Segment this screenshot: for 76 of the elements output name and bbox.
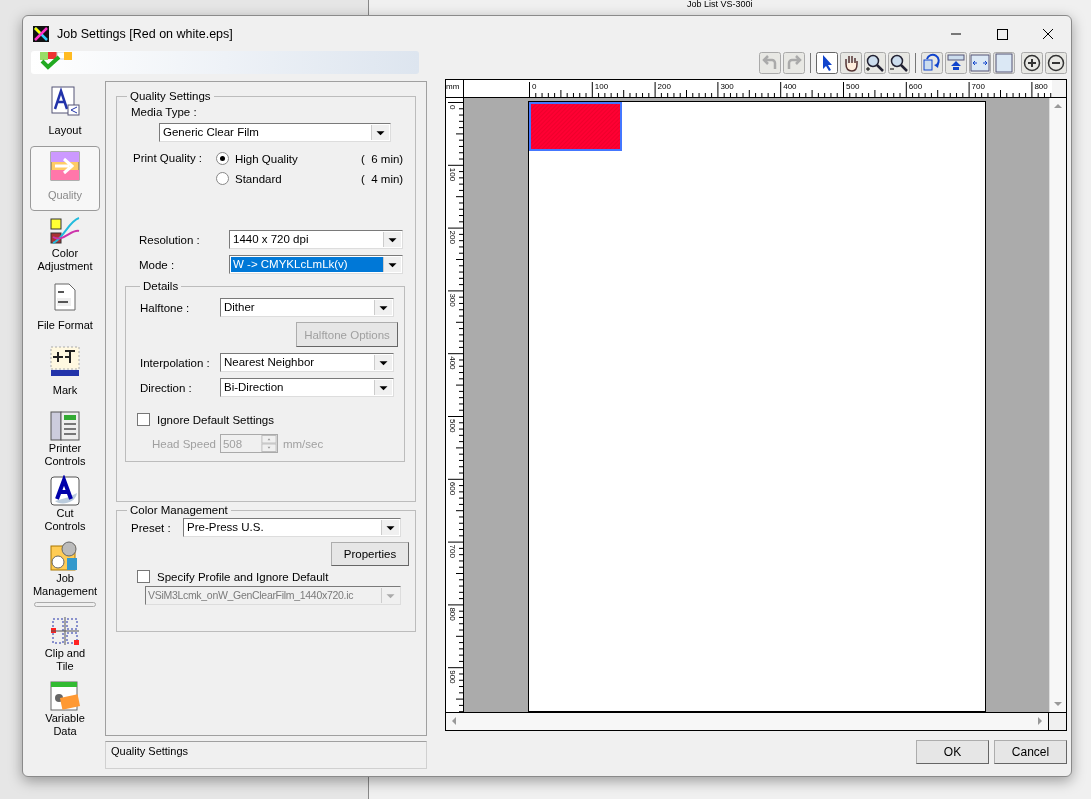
time-estimate: ( 6 min) xyxy=(361,152,404,165)
field-label: Interpolation : xyxy=(140,356,211,369)
caret-icon xyxy=(371,125,389,140)
ok-button[interactable]: OK xyxy=(916,740,989,764)
sidebar-item[interactable]: Job Management xyxy=(30,536,100,601)
crop-mark-icon xyxy=(49,345,81,377)
unit-label: mm xyxy=(446,80,464,97)
minus-icon[interactable] xyxy=(1045,51,1067,74)
media-type-dropdown[interactable]: Generic Clear Film xyxy=(159,123,391,142)
cancel-button[interactable]: Cancel xyxy=(994,740,1067,764)
curves-icon xyxy=(49,215,81,247)
caret-icon xyxy=(383,257,401,272)
sidebar-item[interactable]: Printer Controls xyxy=(30,406,100,471)
group-title: Color Management xyxy=(129,504,229,516)
caret-icon xyxy=(383,232,401,247)
field-label: Head Speed xyxy=(152,437,216,450)
vertical-ruler: 0 100 200 300 400 500 600 700 800 900 xyxy=(446,98,464,713)
caret-icon xyxy=(381,520,399,535)
field-label: Media Type : xyxy=(131,106,198,118)
letter-a-icon xyxy=(49,475,81,507)
status-bar: Quality Settings xyxy=(105,741,427,769)
caret-icon xyxy=(374,300,392,315)
sidebar-item[interactable]: Color Adjustment xyxy=(30,211,100,276)
window-title: Job Settings [Red on white.eps] xyxy=(57,26,233,41)
printer-icon xyxy=(49,410,81,442)
group-title: Quality Settings xyxy=(129,90,212,102)
mode-dropdown[interactable]: W -> CMYKLcLmLk(v) xyxy=(229,255,403,274)
checkbox-label[interactable]: Specify Profile and Ignore Default xyxy=(157,570,329,583)
interpolation-dropdown[interactable]: Nearest Neighbor xyxy=(220,353,394,372)
field-label: Halftone : xyxy=(140,301,191,314)
align-icon[interactable] xyxy=(945,51,967,74)
checkbox-label[interactable]: Ignore Default Settings xyxy=(157,413,274,426)
fit-width-icon[interactable] xyxy=(969,51,991,74)
vertical-scrollbar[interactable] xyxy=(1049,98,1066,713)
radio-button[interactable] xyxy=(216,172,229,185)
page-icon[interactable] xyxy=(993,51,1015,74)
rotate-icon[interactable] xyxy=(921,51,943,74)
sidebar-item[interactable]: Clip and Tile xyxy=(30,611,100,676)
pointer-icon[interactable] xyxy=(816,51,838,74)
spinner-arrows-icon xyxy=(260,435,277,452)
checkbox[interactable] xyxy=(137,570,150,583)
properties-button[interactable]: Properties xyxy=(331,542,409,566)
field-label: Mode : xyxy=(138,258,176,271)
plus-icon[interactable] xyxy=(1021,51,1043,74)
grid-icon xyxy=(49,615,81,647)
field-label: Direction : xyxy=(140,381,193,394)
sidebar-item[interactable]: File Format xyxy=(30,276,100,341)
caret-icon xyxy=(374,355,392,370)
horizontal-scrollbar[interactable] xyxy=(446,713,1048,730)
id-card-icon xyxy=(49,680,81,712)
sidebar-item[interactable]: Variable Data xyxy=(30,676,100,741)
background-window-title: Job List VS-300i xyxy=(687,0,753,9)
radio-button[interactable] xyxy=(216,152,229,165)
radio-label[interactable]: High Quality xyxy=(235,152,361,165)
horizontal-ruler: 0 100 200 300 400 500 600 700 800 xyxy=(464,80,1052,97)
direction-dropdown[interactable]: Bi-Direction xyxy=(220,378,394,397)
checkbox[interactable] xyxy=(137,413,150,426)
zoom-in-icon[interactable] xyxy=(864,51,886,74)
hand-icon[interactable] xyxy=(840,51,862,74)
unit-label: mm/sec xyxy=(282,437,324,450)
group-title: Details xyxy=(142,280,180,292)
radio-label[interactable]: Standard xyxy=(235,172,361,185)
zoom-out-icon[interactable] xyxy=(888,51,910,74)
field-label: Preset : xyxy=(130,521,172,534)
caret-icon xyxy=(374,380,392,395)
field-label: Print Quality : xyxy=(132,152,204,166)
app-icon xyxy=(33,25,49,42)
resolution-dropdown[interactable]: 1440 x 720 dpi xyxy=(229,230,403,249)
halftone-dropdown[interactable]: Dither xyxy=(220,298,394,317)
time-estimate: ( 4 min) xyxy=(361,172,404,185)
sidebar-item[interactable]: Cut Controls xyxy=(30,471,100,536)
sidebar-item[interactable]: Mark xyxy=(30,341,100,406)
sidebar-item[interactable]: Layout xyxy=(30,81,100,146)
preset-dropdown[interactable]: Pre-Press U.S. xyxy=(183,518,401,537)
field-label: Resolution : xyxy=(138,233,201,246)
letter-a-icon xyxy=(49,85,81,117)
